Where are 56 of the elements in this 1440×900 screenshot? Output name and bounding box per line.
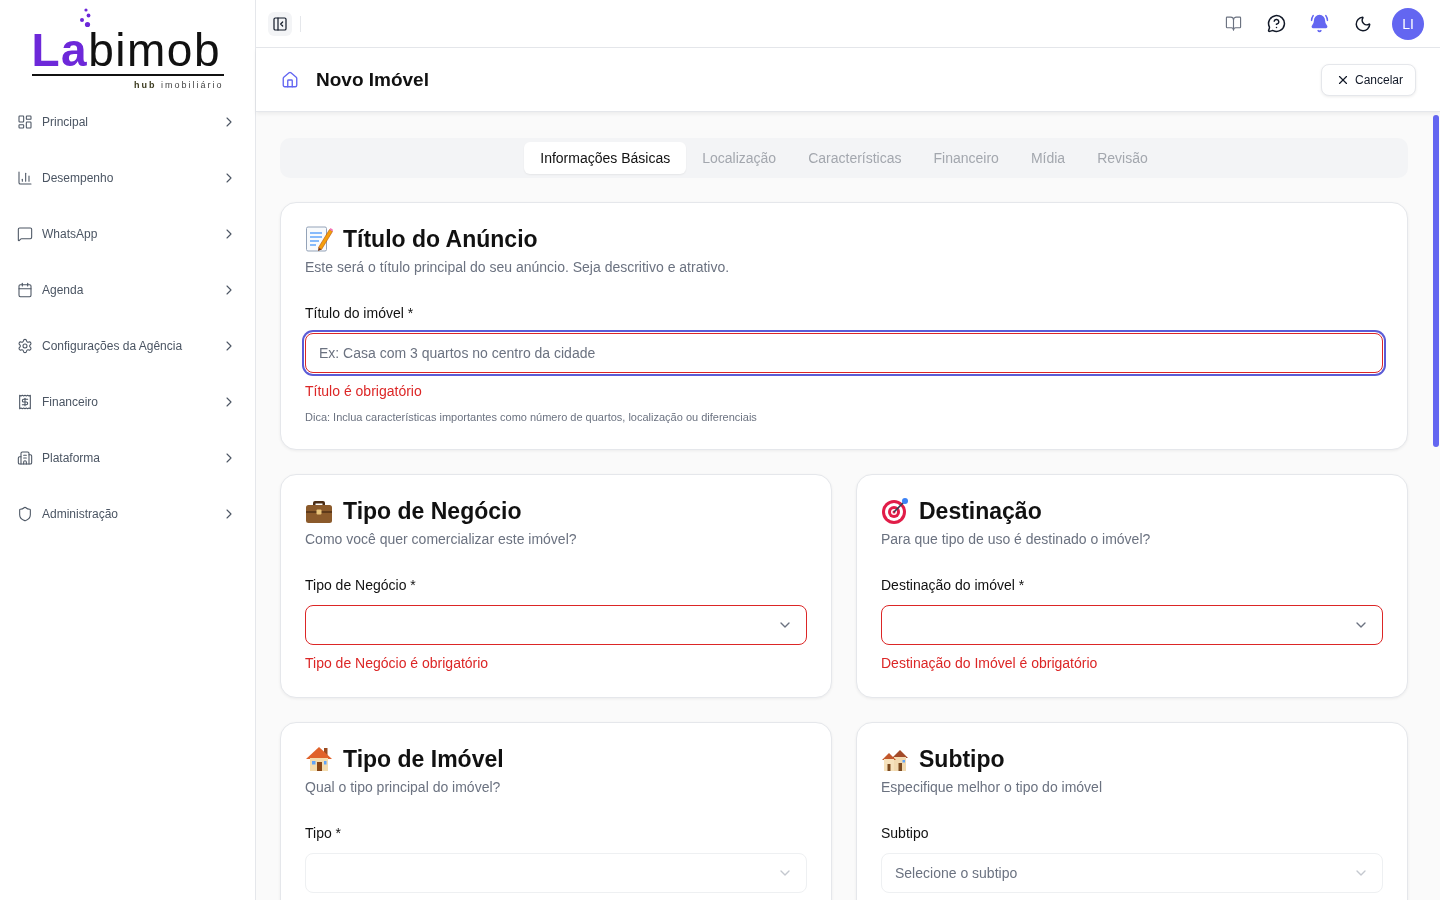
user-avatar[interactable]: LI [1392,7,1424,40]
sidebar-item[interactable]: Plataforma [16,440,237,476]
field-label: Tipo * [305,824,343,843]
select-field[interactable] [305,605,807,645]
target-icon [881,497,909,525]
section-subtitle: Este será o título principal do seu anúncio. Seja descritivo e atrativo. [305,258,731,277]
sidebar-item[interactable]: Agenda [16,272,237,308]
tab[interactable]: Informações Básicas [524,142,687,174]
receipt-icon [17,394,33,410]
section-title: Tipo de Negócio [343,497,522,525]
logo-dots-icon [78,8,91,28]
calendar-icon [17,282,33,298]
memo-icon [305,225,333,253]
section-title: Subtipo [919,745,1005,773]
building-icon [17,450,33,466]
section-title: Destinação [919,497,1042,525]
section-subtitle: Qual o tipo principal do imóvel? [305,778,502,797]
section-subtitle: Para que tipo de uso é destinado o imóvel? [881,530,1152,549]
sidebar-toggle-button[interactable] [268,11,292,36]
bell-icon [1310,14,1329,33]
error-message: Destinação do Imóvel é obrigatório [881,654,1099,673]
shield-icon [17,506,33,522]
book-icon [1225,15,1242,32]
dashboard-icon [17,114,33,130]
logo-tagline: hub imobiliário [134,80,224,90]
select-field[interactable] [881,605,1383,645]
help-icon [1267,14,1286,33]
sidebar-item[interactable]: Configurações da Agência [16,328,237,364]
section-title: Tipo de Imóvel [343,745,504,773]
text-input-field[interactable]: Ex: Casa com 3 quartos no centro da cidade [305,333,1383,373]
field-label: Destinação do imóvel * [881,576,1026,595]
cancel-button[interactable]: Cancelar [1320,63,1416,96]
sidebar-item[interactable]: Financeiro [16,384,237,420]
gear-icon [17,338,33,354]
moon-icon [1353,14,1372,33]
section-subtitle: Especifique melhor o tipo do imóvel [881,778,1103,797]
field-label: Tipo de Negócio * [305,576,417,595]
error-message: Título é obrigatório [305,382,423,401]
sidebar-panel-icon [272,15,288,32]
home-icon [281,70,299,89]
sidebar-item[interactable]: Desempenho [16,160,237,196]
scrollbar-thumb[interactable] [1433,115,1439,447]
field-label: Subtipo [881,824,930,843]
section-subtitle: Como você quer comercializar este imóvel? [305,530,578,549]
hint-text: Dica: Inclua características importantes como número de quartos, localização ou diferenciais [305,410,758,425]
house-icon [305,745,333,773]
field-label: Título do imóvel * [305,304,415,323]
logo-wordmark: Labimob [31,30,224,76]
sidebar-item[interactable]: Principal [16,104,237,140]
sidebar-item[interactable]: WhatsApp [16,216,237,252]
sidebar-item[interactable]: Administração [16,496,237,532]
error-message: Tipo de Negócio é obrigatório [305,654,490,673]
chat-bubble-icon [17,226,33,242]
section-title: Título do Anúncio [343,225,538,253]
bar-chart-icon [17,170,33,186]
page-title: Novo Imóvel [316,68,429,91]
